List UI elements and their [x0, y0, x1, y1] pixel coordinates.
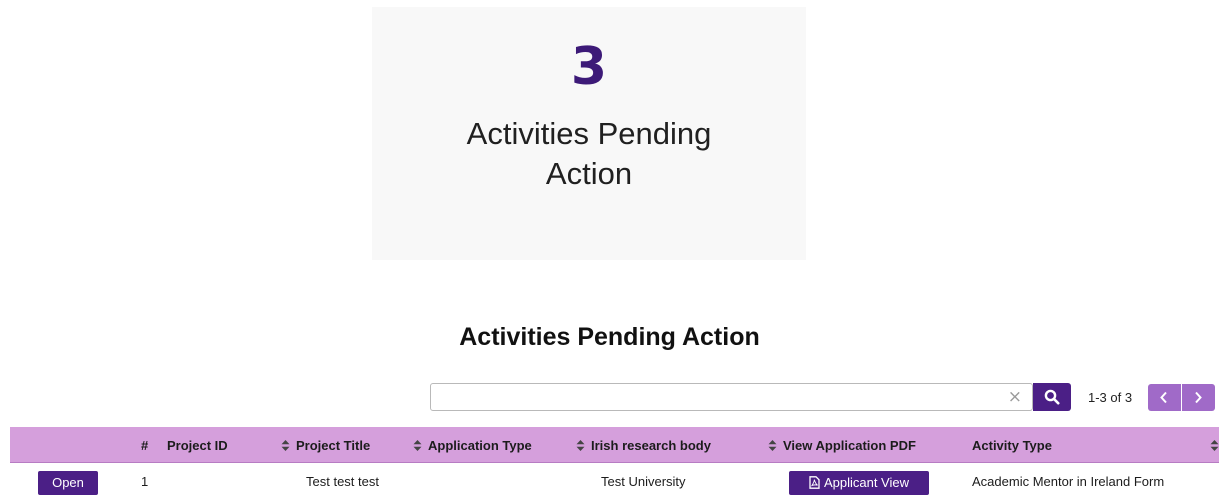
file-pdf-icon [809, 476, 820, 489]
cell-activity-type: Academic Mentor in Ireland Form [972, 474, 1165, 489]
pending-card-label: Activities Pending Action [466, 116, 712, 191]
column-header-number: # [141, 438, 149, 453]
open-button[interactable]: Open [38, 471, 98, 495]
column-sort-overflow[interactable] [1210, 438, 1219, 453]
table-header: # Project ID Project Title Application T… [10, 427, 1219, 463]
column-header-activity-type[interactable]: Activity Type [972, 438, 1052, 453]
search-button[interactable] [1033, 383, 1071, 411]
chevron-right-icon [1195, 391, 1202, 404]
column-header-project-title[interactable]: Project Title [281, 438, 370, 453]
cell-project-title: Test test test [306, 474, 379, 489]
search-input[interactable]: × [430, 383, 1033, 411]
column-header-application-type[interactable]: Application Type [413, 438, 532, 453]
column-header-project-id[interactable]: Project ID [167, 438, 228, 453]
applicant-view-label: Applicant View [823, 475, 910, 490]
close-icon[interactable]: × [1008, 388, 1022, 406]
pending-activities-card: 3 Activities Pending Action [372, 7, 806, 260]
sort-icon [413, 440, 422, 451]
search-icon [1044, 389, 1060, 405]
section-title: Activities Pending Action [459, 323, 760, 351]
column-header-irish-research-body[interactable]: Irish research body [576, 438, 711, 453]
pagination-range: 1-3 of 3 [1088, 390, 1133, 405]
sort-icon [576, 440, 585, 451]
sort-icon [1210, 440, 1219, 451]
sort-icon [281, 440, 290, 451]
pending-count: 3 [570, 37, 608, 97]
chevron-left-icon [1160, 391, 1167, 404]
next-page-button[interactable] [1182, 384, 1215, 411]
cell-number: 1 [141, 474, 149, 489]
sort-icon [768, 440, 777, 451]
column-header-view-application-pdf[interactable]: View Application PDF [768, 438, 916, 453]
table-row: Open 1 Test test test Test University Ap… [10, 463, 1219, 499]
applicant-view-button[interactable]: Applicant View [789, 471, 929, 495]
cell-irish-research-body: Test University [601, 474, 686, 489]
previous-page-button[interactable] [1148, 384, 1181, 411]
